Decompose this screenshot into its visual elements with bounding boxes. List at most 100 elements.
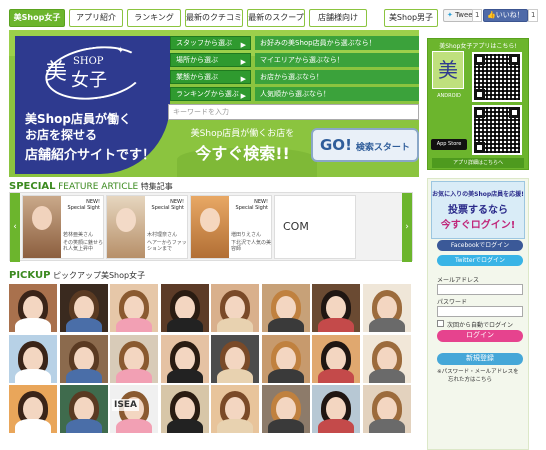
face-shape (23, 296, 43, 320)
body-shape (15, 318, 51, 332)
tab-for-stores[interactable]: 店舗様向け (309, 9, 367, 27)
face-shape (174, 397, 195, 421)
card-new-badge: NEW! Special Sight (236, 199, 268, 211)
tab-app[interactable]: アプリ紹介 (69, 9, 123, 27)
app-qr-panel: 美Shop女子アプリはこちら! 美 ANDROID App Store アプリ詳… (427, 38, 529, 170)
password-input[interactable] (437, 306, 523, 317)
android-label: ANDROID (437, 93, 461, 99)
pickup-photo[interactable] (211, 334, 259, 383)
remember-label: 次回から自動でログイン (447, 322, 514, 329)
filter-by-ranking-button[interactable]: ランキングから選ぶ ▶ (170, 87, 251, 101)
ad-line-3: 今すぐログイン! (440, 220, 516, 231)
special-title-2: FEATURE ARTICLE (58, 182, 139, 192)
special-card[interactable]: COM (274, 195, 356, 259)
body-shape (116, 318, 152, 332)
hero-banner: 美 SHOP 女子 ✦ 美Shop店員が働く お店を探せる 店舗紹介サイトです！… (9, 30, 419, 177)
pickup-photo[interactable] (160, 284, 209, 332)
body-shape (318, 419, 354, 433)
pickup-photo[interactable] (9, 284, 57, 332)
forgot-line-1[interactable]: ※パスワード・メールアドレスを (437, 367, 519, 375)
go-label: GO! (320, 136, 352, 154)
vote-ad-banner[interactable]: お気に入りの美Shop店員を応援! 投票するなら 今すぐログイン! (431, 181, 525, 239)
pickup-photo[interactable] (261, 334, 310, 383)
qr-code-android (472, 52, 522, 102)
pickup-photo[interactable] (362, 284, 411, 332)
app-icon-glyph: 美 (438, 58, 458, 82)
filter-ranking-desc: 人気順から選ぶなら！ (255, 87, 419, 101)
hero-line-2: お店を探せる (25, 128, 98, 142)
login-button[interactable]: ログイン (437, 330, 523, 342)
pickup-photo[interactable] (211, 385, 259, 433)
face-shape (124, 296, 144, 320)
twitter-login-button[interactable]: Twitterでログイン (437, 255, 523, 266)
qr-code-ios (472, 105, 522, 155)
special-card[interactable]: NEW! Special Sight 木村理奈さん ヘアーからファッションまで (106, 195, 188, 259)
filter-staff-desc: お好みの美Shop店員から選ぶなら！ (255, 36, 419, 50)
qr-corner (474, 107, 485, 118)
tab-bishop-joshi[interactable]: 美Shop女子 (9, 9, 65, 27)
hero-line-1: 美Shop店員が働く (25, 112, 132, 126)
tag-label: Special Sight (151, 205, 184, 211)
facebook-login-button[interactable]: Facebookでログイン (437, 240, 523, 251)
pickup-photo[interactable] (211, 284, 259, 332)
pickup-photo[interactable] (9, 334, 57, 383)
special-card[interactable]: NEW! Special Sight 増田りえさん 下北沢で人気の美容師 (190, 195, 272, 259)
appstore-badge[interactable]: App Store (431, 139, 467, 150)
like-button[interactable]: 👍いいね！ (483, 9, 528, 22)
pickup-photo[interactable] (312, 284, 360, 332)
pickup-photo[interactable] (261, 284, 310, 332)
pickup-heading: PICKUP ピックアップ美Shop女子 (9, 270, 145, 281)
special-card[interactable]: NEW! Special Sight 若林亜美さん その笑顔に魅せられ人気上昇中 (22, 195, 104, 259)
pickup-photo[interactable] (261, 385, 310, 433)
twitter-icon: ✦ (447, 11, 453, 19)
body-shape (65, 419, 102, 433)
pickup-photo[interactable] (362, 334, 411, 383)
filter-by-business-button[interactable]: 業態から選ぶ ▶ (170, 70, 251, 84)
face-shape (200, 208, 220, 232)
cta-big-text: 今すぐ検索!! (195, 144, 290, 163)
pickup-photo[interactable] (59, 284, 108, 332)
pickup-photo[interactable] (9, 385, 57, 433)
pickup-photo[interactable]: ISEA (110, 385, 158, 433)
card-desc: ヘアーからファッションまで (147, 240, 187, 252)
tab-ranking[interactable]: ランキング (127, 9, 181, 27)
qr-corner (474, 89, 485, 100)
pickup-photo[interactable] (110, 284, 158, 332)
face-shape (225, 296, 245, 320)
carousel-prev-button[interactable]: ‹ (10, 193, 20, 262)
body-shape (318, 318, 354, 332)
pickup-grid: ISEA (9, 284, 413, 434)
qr-corner (474, 142, 485, 153)
tab-scoop[interactable]: 最新のスクープ (247, 9, 305, 27)
top-nav: 美Shop女子 アプリ紹介 ランキング 最新のクチコミ 最新のスクープ 店舗様向… (0, 0, 546, 30)
tag-label: Special Sight (67, 205, 100, 211)
filter-by-staff-button[interactable]: スタッフから選ぶ ▶ (170, 36, 251, 50)
pickup-photo[interactable] (59, 385, 108, 433)
remember-checkbox[interactable] (437, 320, 444, 327)
card-photo (107, 196, 145, 258)
pickup-photo[interactable] (312, 385, 360, 433)
email-input[interactable] (437, 284, 523, 295)
carousel-next-button[interactable]: › (402, 193, 412, 262)
pickup-photo[interactable] (160, 334, 209, 383)
pickup-photo[interactable] (59, 334, 108, 383)
forgot-line-2[interactable]: 忘れた方はこちら (448, 375, 492, 383)
tab-reviews[interactable]: 最新のクチコミ (185, 9, 243, 27)
face-shape (116, 208, 136, 232)
app-detail-link[interactable]: アプリ詳細はこちらへ (432, 158, 524, 168)
face-shape (23, 397, 43, 421)
body-shape (65, 368, 102, 383)
body-shape (217, 419, 253, 433)
pickup-photo[interactable] (362, 385, 411, 433)
register-button[interactable]: 新規登録 (437, 353, 523, 365)
pickup-photo[interactable] (110, 334, 158, 383)
body-shape (368, 318, 405, 332)
special-carousel: ‹ NEW! Special Sight 若林亜美さん その笑顔に魅せられ人気上昇… (9, 192, 413, 262)
pickup-photo[interactable] (160, 385, 209, 433)
keyword-input[interactable]: キーワードを入力 (168, 104, 419, 120)
pickup-photo[interactable] (312, 334, 360, 383)
filter-by-area-button[interactable]: 場所から選ぶ ▶ (170, 53, 251, 67)
tab-bishop-danshi[interactable]: 美Shop男子 (384, 9, 438, 27)
go-search-button[interactable]: GO! 検索スタート (311, 128, 419, 162)
pickup-title: PICKUP (9, 270, 51, 281)
